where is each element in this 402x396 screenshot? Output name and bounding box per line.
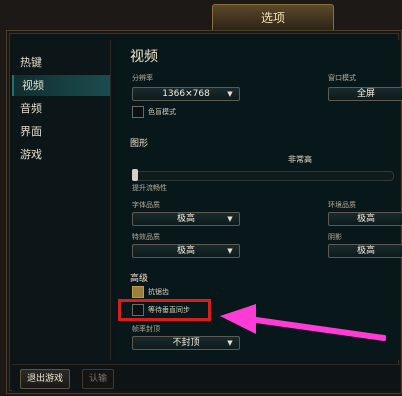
colorblind-checkbox[interactable] [132,106,144,118]
chevron-down-icon: ▼ [227,215,233,223]
surrender-button[interactable]: 认输 [82,369,115,389]
effects-quality-label: 特效品质 [132,233,160,241]
colorblind-label: 色盲模式 [148,108,176,116]
window-title: 选项 [212,4,334,32]
page-title: 视频 [130,49,158,65]
advanced-section-title: 高级 [130,274,149,284]
shadow-quality-dropdown[interactable]: 极高 [328,244,402,258]
chevron-down-icon: ▼ [227,339,233,347]
effects-quality-value: 极高 [176,246,195,256]
vsync-highlight-box [118,299,211,321]
char-quality-dropdown[interactable]: 极高 ▼ [132,212,240,226]
resolution-label: 分辨率 [132,74,153,82]
resolution-value: 1366×768 [162,89,210,99]
window-mode-label: 窗口模式 [328,74,356,82]
sidebar-item-hotkeys[interactable]: 热键 [12,52,110,73]
chevron-down-icon: ▼ [227,247,233,255]
antialias-label: 抗锯齿 [148,288,169,296]
frame-cap-value: 不封顶 [172,338,200,348]
env-quality-label: 环境品质 [328,201,356,209]
resolution-dropdown[interactable]: 1366×768 ▼ [132,87,240,101]
exit-game-button[interactable]: 退出游戏 [20,369,71,389]
frame-cap-label: 帧率封顶 [132,325,160,333]
char-quality-value: 极高 [176,214,195,224]
env-quality-dropdown[interactable]: 极高 [328,212,402,226]
env-quality-value: 极高 [356,214,375,224]
sidebar-item-video[interactable]: 视频 [12,75,110,96]
window-mode-dropdown[interactable]: 全屏 [328,87,402,101]
sidebar: 热键 视频 音频 界面 游戏 [12,40,111,360]
frame-cap-dropdown[interactable]: 不封顶 ▼ [132,336,240,350]
antialias-checkbox[interactable] [132,286,144,298]
graphics-quality-slider[interactable] [132,171,394,181]
graphics-quality-slider-handle[interactable] [132,169,138,181]
chevron-down-icon: ▼ [227,90,233,98]
shadow-quality-value: 极高 [356,246,375,256]
window-mode-value: 全屏 [356,89,375,99]
sidebar-item-audio[interactable]: 音频 [12,98,110,119]
sidebar-item-game[interactable]: 游戏 [12,144,110,165]
char-quality-label: 字体品质 [132,201,160,209]
effects-quality-dropdown[interactable]: 极高 ▼ [132,244,240,258]
graphics-quality-value: 非常高 [288,155,312,164]
sidebar-item-interface[interactable]: 界面 [12,121,110,142]
bottom-bar: 退出游戏 认输 [12,364,400,391]
shadow-quality-label: 阴影 [328,233,342,241]
graphics-section-title: 图形 [130,139,149,149]
slider-hint: 提升流畅性 [132,184,167,192]
